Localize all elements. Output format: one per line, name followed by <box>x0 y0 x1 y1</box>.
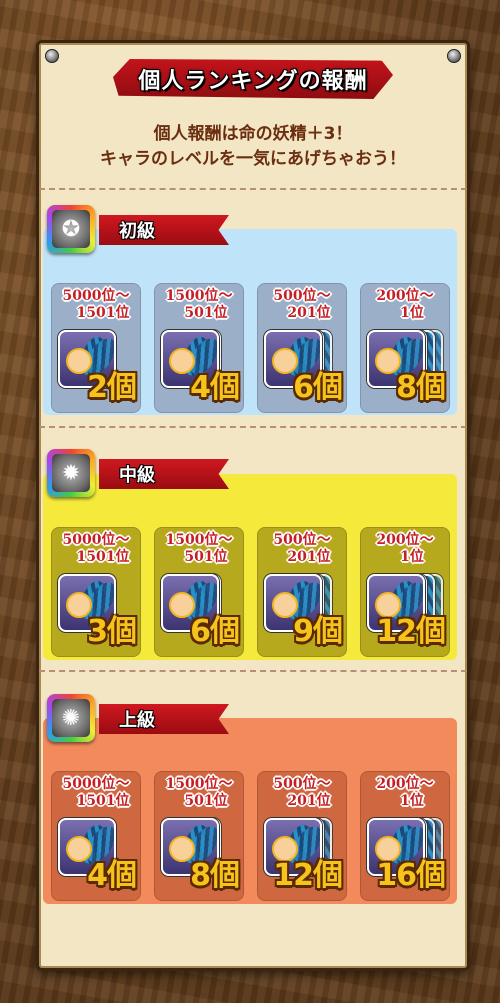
rank-bottom: 501位 <box>184 793 228 809</box>
reward-count: 4個 <box>190 370 240 405</box>
reward-count: 6個 <box>190 614 240 649</box>
rank-top: 200位～ <box>376 776 434 792</box>
rank-range: 200位～ 1位 <box>361 284 449 322</box>
divider <box>39 426 467 428</box>
rank-top: 5000位～ <box>62 776 130 792</box>
reward-card: 500位～ 201位 12個 <box>257 771 347 901</box>
rank-top: 1500位～ <box>165 532 233 548</box>
rank-bottom: 1位 <box>400 793 424 809</box>
rank-range: 1500位～ 501位 <box>155 284 243 322</box>
reward-card: 1500位～ 501位 8個 <box>154 771 244 901</box>
medal-icon: ✪ <box>47 205 95 253</box>
reward-card: 5000位～ 1501位 3個 <box>51 527 141 657</box>
rank-top: 5000位～ <box>62 532 130 548</box>
reward-count: 12個 <box>376 614 446 649</box>
reward-card: 1500位～ 501位 6個 <box>154 527 244 657</box>
rank-bottom: 1501位 <box>76 305 130 321</box>
rank-bottom: 1位 <box>400 549 424 565</box>
reward-card: 500位～ 201位 9個 <box>257 527 347 657</box>
rank-range: 500位～ 201位 <box>258 528 346 566</box>
medal-icon: ✹ <box>47 449 95 497</box>
rank-bottom: 501位 <box>184 549 228 565</box>
tier-label: 中級 <box>119 465 155 486</box>
reward-card: 200位～ 1位 8個 <box>360 283 450 413</box>
tier-label-banner: 中級 <box>99 459 229 489</box>
nail-icon <box>45 49 59 63</box>
rank-top: 500位～ <box>273 288 331 304</box>
reward-count: 6個 <box>293 370 343 405</box>
reward-count: 8個 <box>190 858 240 893</box>
rank-top: 1500位～ <box>165 776 233 792</box>
reward-card: 1500位～ 501位 4個 <box>154 283 244 413</box>
rank-range: 1500位～ 501位 <box>155 772 243 810</box>
tier-label-banner: 初級 <box>99 215 229 245</box>
divider <box>39 188 467 190</box>
rank-bottom: 1501位 <box>76 793 130 809</box>
reward-count: 8個 <box>396 370 446 405</box>
rank-bottom: 201位 <box>287 793 331 809</box>
rank-top: 1500位～ <box>165 288 233 304</box>
rank-range: 500位～ 201位 <box>258 772 346 810</box>
reward-card: 200位～ 1位 12個 <box>360 527 450 657</box>
tier-label: 初級 <box>119 221 155 242</box>
reward-count: 16個 <box>376 858 446 893</box>
tier-label: 上級 <box>119 710 155 731</box>
rank-top: 200位～ <box>376 288 434 304</box>
rank-bottom: 201位 <box>287 305 331 321</box>
rank-bottom: 1501位 <box>76 549 130 565</box>
subtitle-line-1: 個人報酬は命の妖精＋3！ <box>153 124 353 144</box>
rank-range: 1500位～ 501位 <box>155 528 243 566</box>
reward-count: 4個 <box>87 858 137 893</box>
reward-card: 5000位～ 1501位 2個 <box>51 283 141 413</box>
reward-count: 3個 <box>87 614 137 649</box>
rank-bottom: 201位 <box>287 549 331 565</box>
tier-label-banner: 上級 <box>99 704 229 734</box>
reward-board: 個人ランキングの報酬 個人報酬は命の妖精＋3！ キャラのレベルを一気にあげちゃお… <box>36 40 470 971</box>
rank-range: 5000位～ 1501位 <box>52 772 140 810</box>
subtitle-line-2: キャラのレベルを一気にあげちゃおう！ <box>100 149 406 169</box>
nail-icon <box>447 49 461 63</box>
rank-top: 500位～ <box>273 776 331 792</box>
reward-card: 500位～ 201位 6個 <box>257 283 347 413</box>
rank-range: 5000位～ 1501位 <box>52 284 140 322</box>
rank-range: 200位～ 1位 <box>361 528 449 566</box>
divider <box>39 670 467 672</box>
medal-icon: ✺ <box>47 694 95 742</box>
reward-count: 2個 <box>87 370 137 405</box>
title-banner: 個人ランキングの報酬 <box>113 59 393 99</box>
rank-range: 200位～ 1位 <box>361 772 449 810</box>
reward-card: 5000位～ 1501位 4個 <box>51 771 141 901</box>
rank-top: 5000位～ <box>62 288 130 304</box>
rank-bottom: 501位 <box>184 305 228 321</box>
reward-count: 9個 <box>293 614 343 649</box>
rank-range: 5000位～ 1501位 <box>52 528 140 566</box>
rank-bottom: 1位 <box>400 305 424 321</box>
reward-count: 12個 <box>273 858 343 893</box>
reward-card: 200位～ 1位 16個 <box>360 771 450 901</box>
page-title: 個人ランキングの報酬 <box>138 69 368 94</box>
rank-range: 500位～ 201位 <box>258 284 346 322</box>
rank-top: 500位～ <box>273 532 331 548</box>
rank-top: 200位～ <box>376 532 434 548</box>
